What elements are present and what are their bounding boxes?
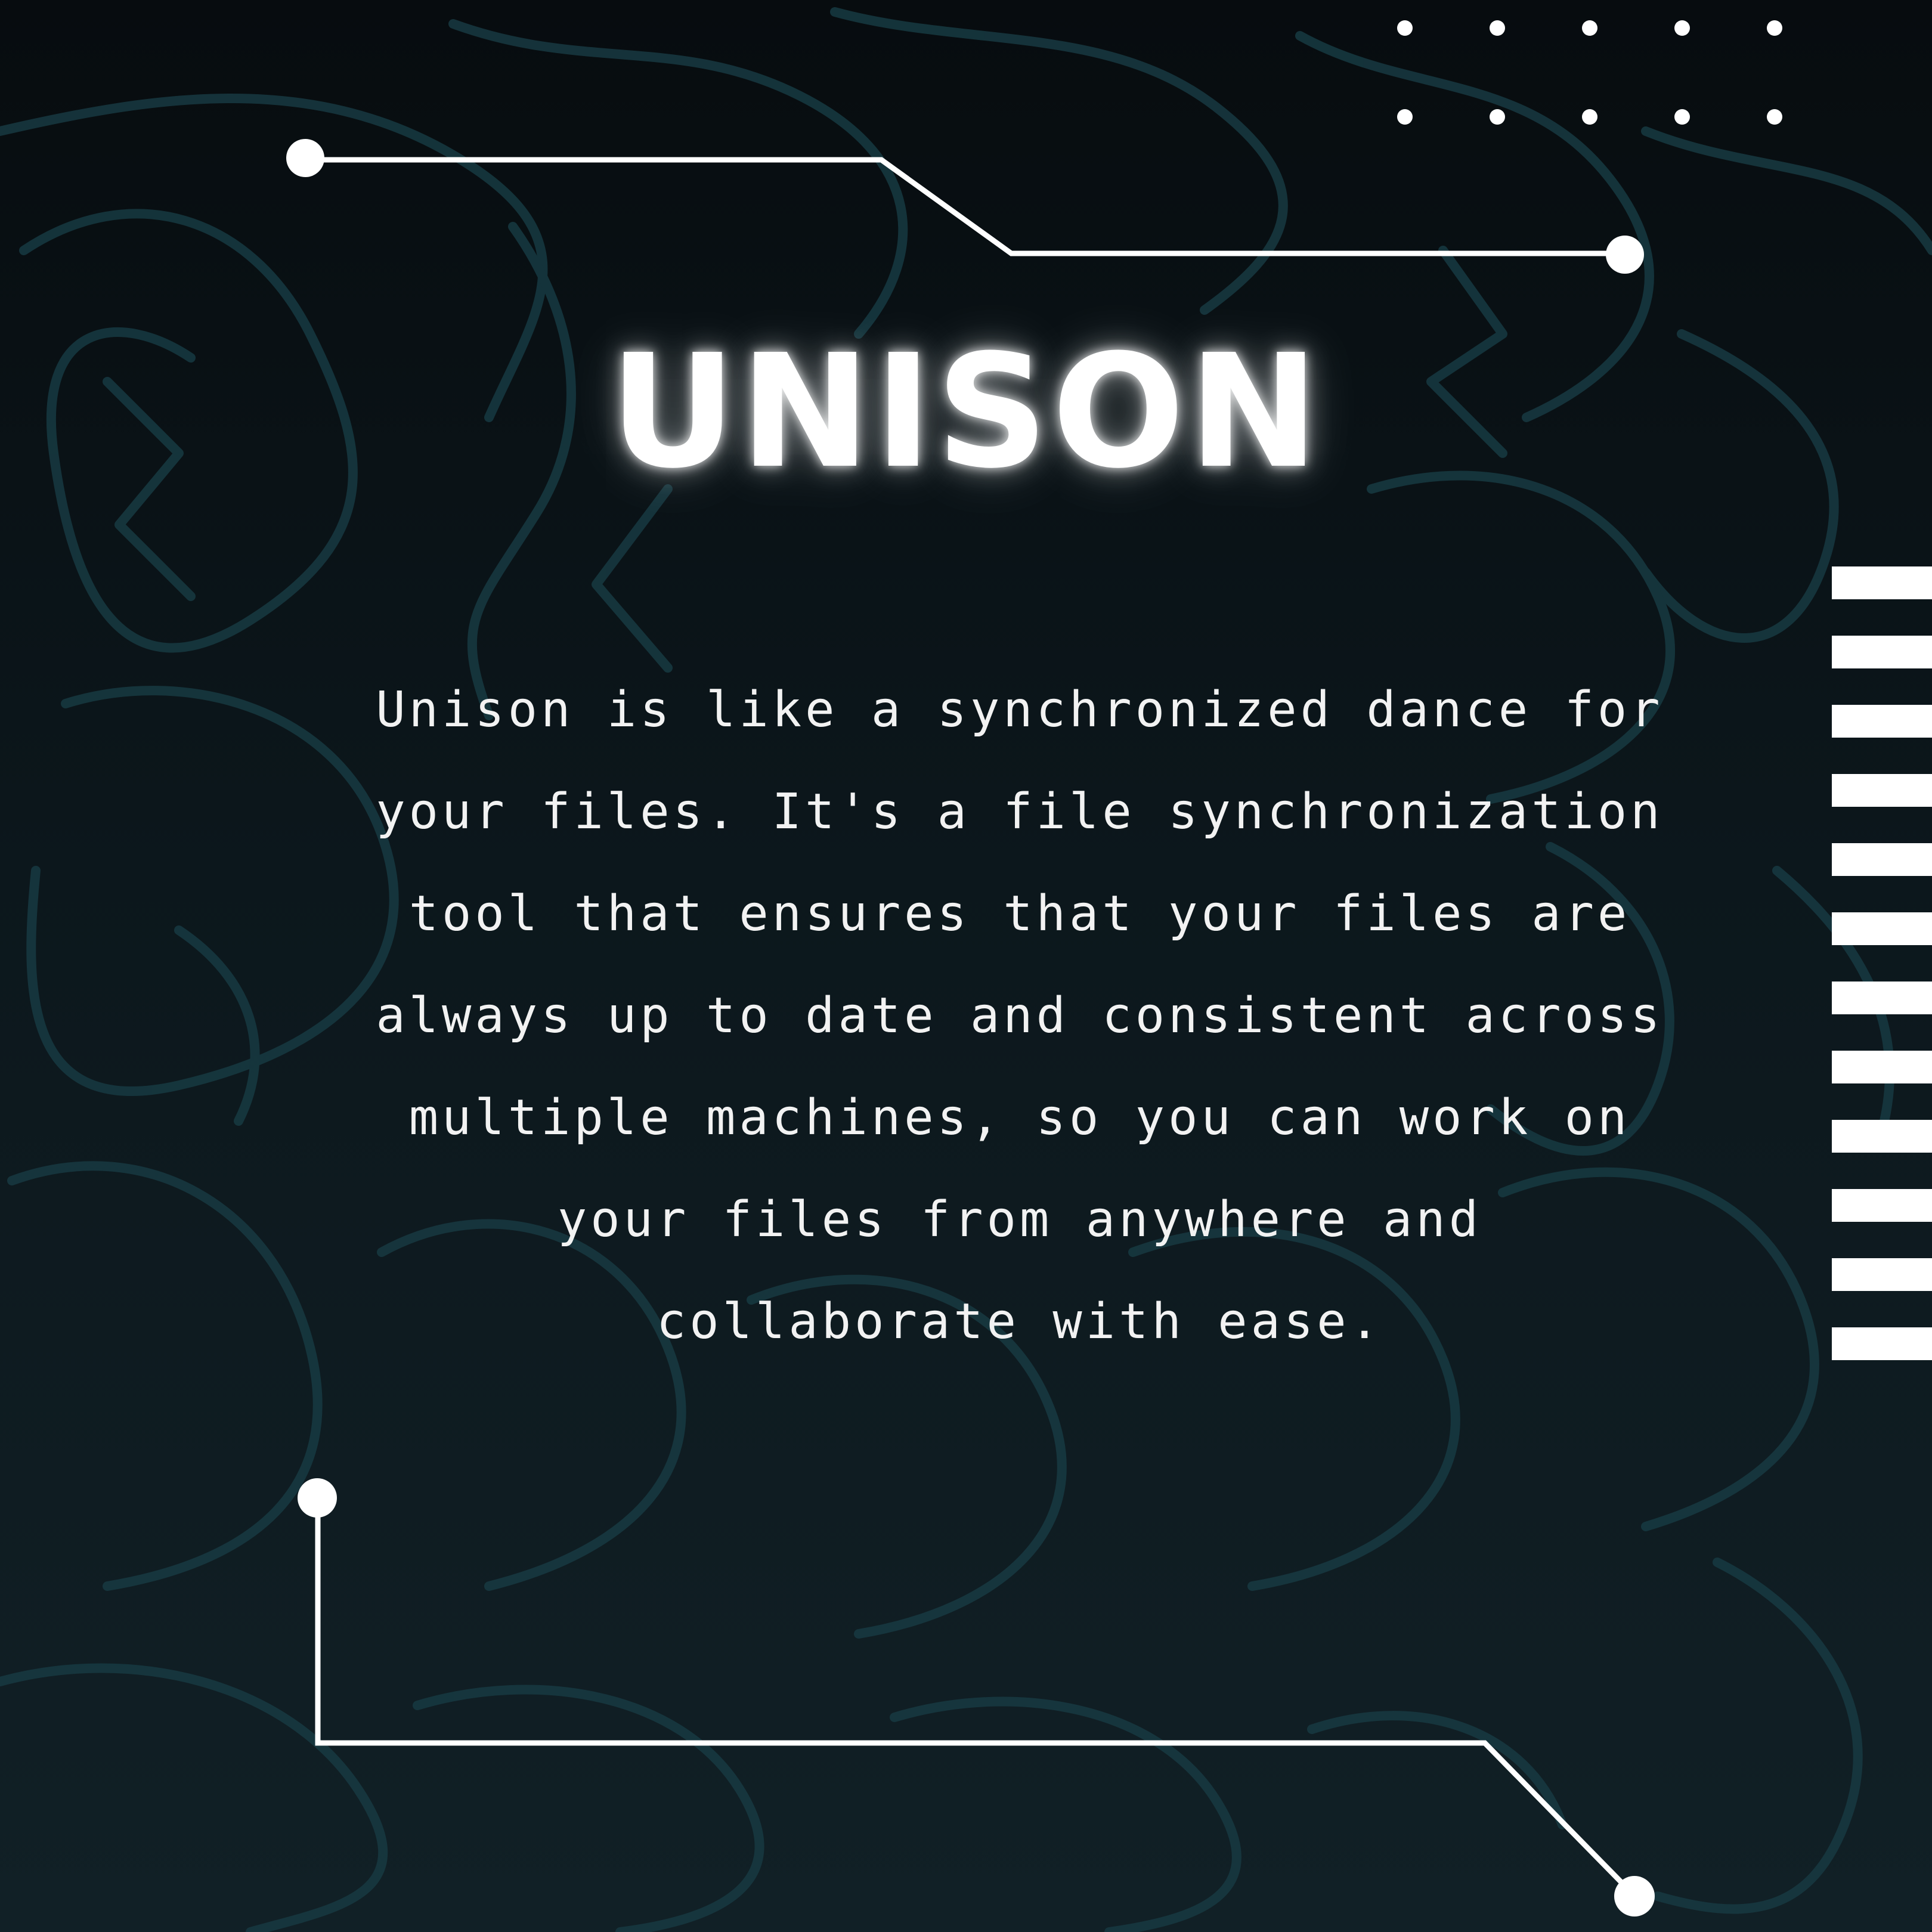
poster: UNISON Unison is like a synchronized dan… <box>0 0 1932 1932</box>
stripe <box>1832 1120 1932 1153</box>
stripe <box>1832 566 1932 599</box>
stripe <box>1832 774 1932 807</box>
striped-bar-icon <box>1832 566 1932 1363</box>
stripe <box>1832 1189 1932 1222</box>
stripe <box>1832 1051 1932 1083</box>
top-circuit-end-node <box>1606 236 1644 274</box>
stripe <box>1832 843 1932 876</box>
stripe <box>1832 636 1932 668</box>
stripe <box>1832 982 1932 1014</box>
stripe <box>1832 1327 1932 1360</box>
stripe <box>1832 912 1932 945</box>
stripe <box>1832 1258 1932 1291</box>
bottom-circuit-start-node <box>298 1478 337 1518</box>
dot-grid-icon <box>1397 20 1782 125</box>
top-circuit-line <box>305 157 1625 256</box>
stripe <box>1832 705 1932 738</box>
bottom-circuit-end-node <box>1614 1876 1655 1916</box>
top-circuit-start-node <box>286 139 324 177</box>
description-text: Unison is like a synchronized dance for … <box>376 682 1664 1350</box>
bottom-circuit-line <box>315 1498 1636 1897</box>
page-title: UNISON <box>609 321 1323 503</box>
